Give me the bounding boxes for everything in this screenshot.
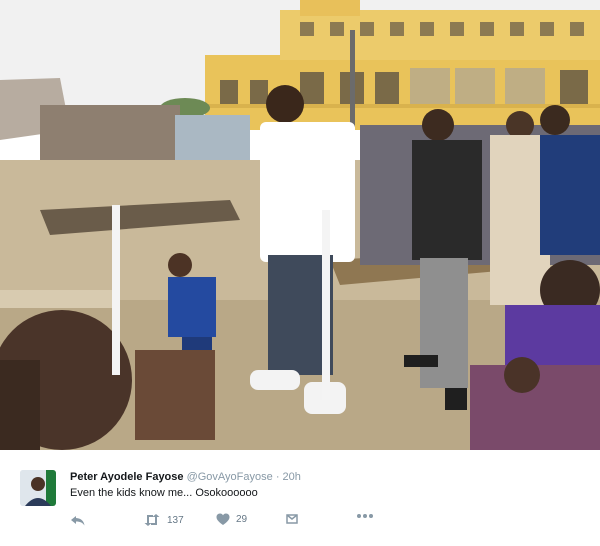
market-scene-photo	[0, 0, 600, 450]
reply-button[interactable]	[70, 513, 86, 527]
retweet-icon	[144, 514, 160, 526]
tweet-text: Even the kids know me... Osokoooooo	[70, 487, 258, 499]
retweet-count: 137	[167, 514, 184, 526]
more-icon	[357, 514, 373, 518]
tweet-photo[interactable]	[0, 0, 600, 450]
more-button[interactable]	[356, 513, 374, 519]
profile-avatar-icon	[20, 470, 56, 506]
user-handle[interactable]: @GovAyoFayose	[187, 471, 273, 483]
heart-icon	[216, 513, 230, 525]
direct-message-button[interactable]	[286, 513, 298, 525]
like-button[interactable]: 29	[216, 513, 247, 526]
reply-icon	[71, 516, 85, 526]
direct-message-icon	[286, 514, 298, 524]
avatar[interactable]	[20, 470, 56, 506]
tweet-header: Peter Ayodele Fayose @GovAyoFayose · 20h	[70, 470, 301, 484]
retweet-button[interactable]: 137	[143, 513, 184, 527]
tweet-actions: 137 29	[70, 513, 390, 529]
timestamp[interactable]: 20h	[283, 471, 301, 483]
display-name[interactable]: Peter Ayodele Fayose	[70, 471, 184, 483]
separator-dot: ·	[275, 471, 280, 483]
like-count: 29	[236, 514, 248, 525]
